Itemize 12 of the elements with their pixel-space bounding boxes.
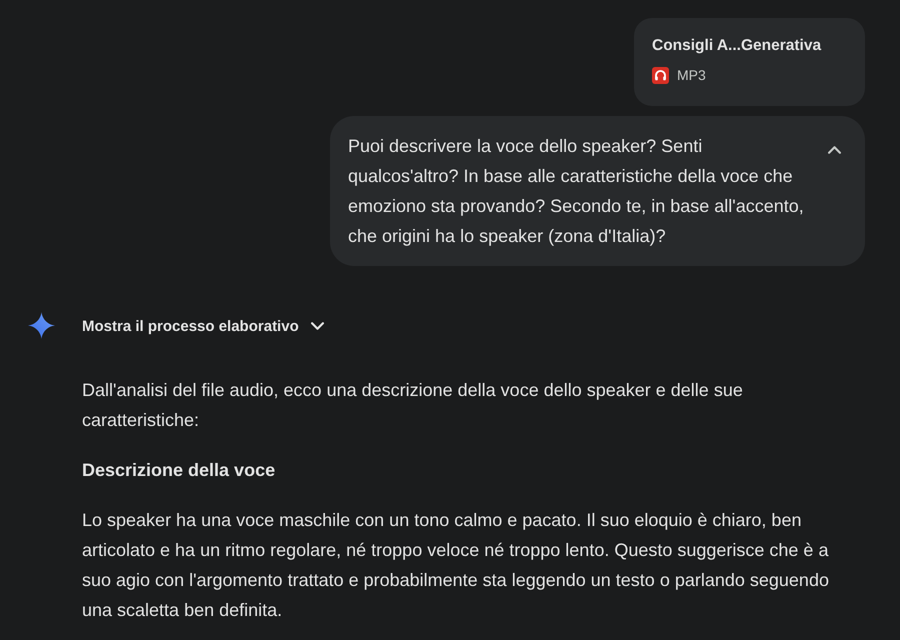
sparkle-icon <box>28 312 55 339</box>
chevron-up-icon <box>828 146 840 154</box>
prompt-text: Puoi descrivere la voce dello speaker? Senti qualcos'altro? In base alle caratteristiche della voce che emoziono sta provando? Secondo te, in base all'accento, che origini ha lo speaker (zona d'Italia)? <box>348 135 805 248</box>
headphones-icon <box>652 66 669 84</box>
chevron-down-icon <box>310 322 324 330</box>
show-thinking-button[interactable]: Mostra il processo elaborativo <box>82 312 324 340</box>
attachment-card[interactable]: Consigli A...Generativa MP3 <box>634 18 865 106</box>
section-heading: Descrizione della voce <box>82 459 276 482</box>
file-name: Consigli A...Generativa <box>652 37 822 55</box>
response-paragraph: Dall'analisi del file audio, ecco una descrizione della voce dello speaker e delle sue caratteristiche: <box>82 379 744 432</box>
response-paragraph: Lo speaker ha una voce maschile con un tono calmo e pacato. Il suo eloquio è chiaro, ben articolato e ha un ritmo regolare, né troppo veloce né troppo lento. Questo suggerisce che è a suo agio con l'argomento trattato e probabilmente sta leggendo un testo o parlando seguendo una scaletta ben definita. <box>82 509 830 622</box>
file-type: MP3 <box>677 66 706 84</box>
